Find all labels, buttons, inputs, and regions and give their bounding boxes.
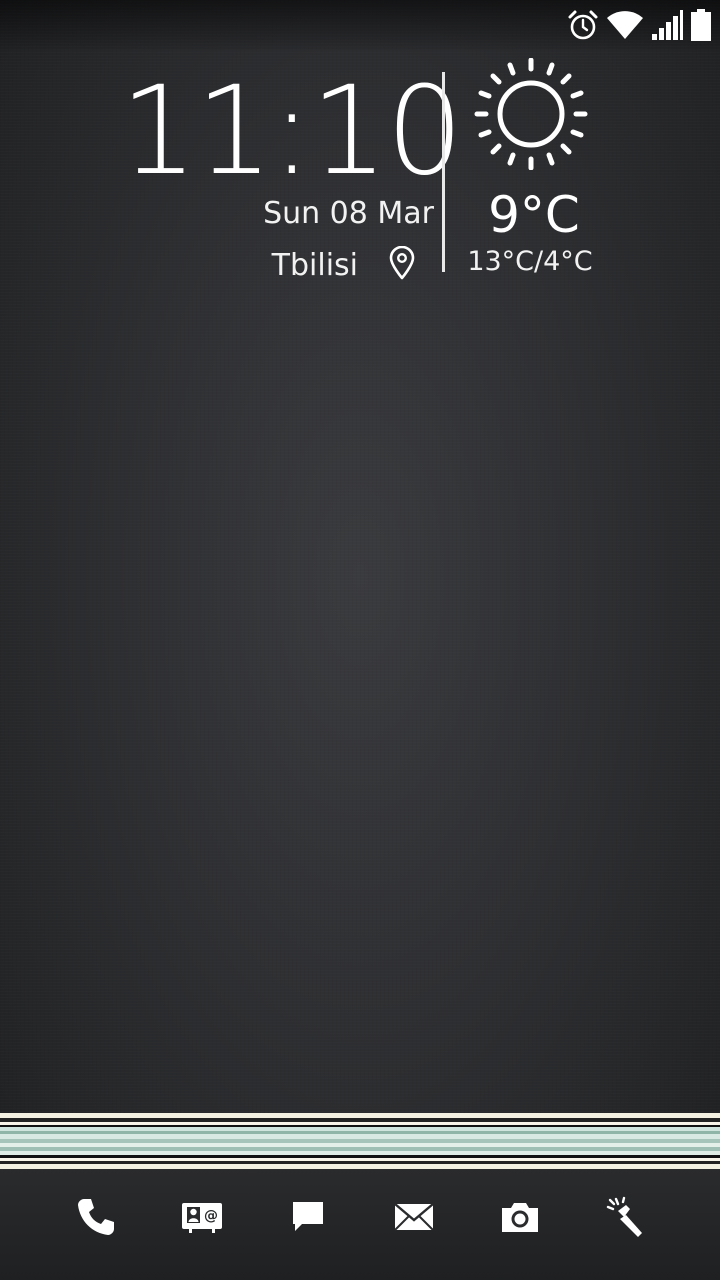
sun-icon[interactable] — [473, 57, 589, 174]
temperature-range: 13°C/4°C — [467, 246, 593, 277]
battery-icon — [690, 8, 712, 42]
decorative-stripes — [0, 1113, 720, 1169]
signal-icon — [650, 8, 684, 42]
messages-button[interactable] — [282, 1193, 334, 1245]
city-name: Tbilisi — [271, 247, 358, 283]
flashlight-icon — [604, 1195, 648, 1243]
current-temperature: 9°C — [488, 186, 580, 244]
svg-text:@: @ — [204, 1208, 218, 1224]
phone-icon — [74, 1195, 118, 1243]
email-icon — [393, 1201, 435, 1237]
contacts-icon: @ — [180, 1199, 224, 1239]
status-bar — [0, 0, 720, 50]
email-button[interactable] — [388, 1193, 440, 1245]
wifi-icon — [606, 9, 644, 41]
message-icon — [290, 1199, 326, 1239]
location-row[interactable]: Tbilisi — [271, 245, 416, 284]
camera-button[interactable] — [494, 1193, 546, 1245]
location-pin-icon — [388, 245, 416, 284]
clock-time[interactable]: 11:10 — [120, 70, 464, 192]
camera-icon — [499, 1199, 541, 1239]
widget-divider — [442, 72, 445, 272]
flashlight-button[interactable] — [600, 1193, 652, 1245]
phone-button[interactable] — [70, 1193, 122, 1245]
status-icons — [566, 6, 712, 44]
contacts-button[interactable]: @ — [176, 1193, 228, 1245]
app-dock: @ — [0, 1169, 720, 1280]
alarm-icon — [566, 8, 600, 42]
clock-date: Sun 08 Mar — [263, 196, 434, 231]
